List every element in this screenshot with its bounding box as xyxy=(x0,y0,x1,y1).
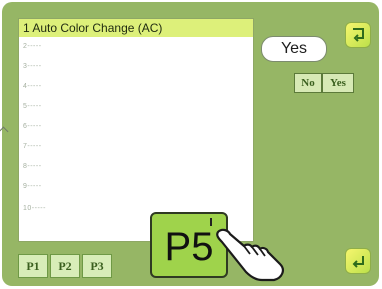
tab-p1[interactable]: P1 xyxy=(18,254,48,278)
list-item[interactable]: 9----- xyxy=(23,181,42,193)
settings-list: 1 Auto Color Change (AC) 2----- 3----- 4… xyxy=(18,18,254,242)
list-item[interactable]: 8----- xyxy=(23,161,42,173)
no-button[interactable]: No xyxy=(294,73,322,93)
enter-arrow-icon xyxy=(352,256,364,268)
yes-button[interactable]: Yes xyxy=(261,36,327,62)
enter-icon[interactable] xyxy=(345,248,371,274)
yes-small-button[interactable]: Yes xyxy=(322,73,354,93)
list-item[interactable]: 3----- xyxy=(23,61,42,73)
list-item[interactable]: 5----- xyxy=(23,101,42,113)
list-item[interactable]: 4----- xyxy=(23,81,42,93)
tab-p2[interactable]: P2 xyxy=(50,254,80,278)
list-item[interactable]: 6----- xyxy=(23,121,42,133)
list-item[interactable]: 10----- xyxy=(23,203,46,215)
pointing-hand-icon xyxy=(216,228,284,282)
list-item[interactable]: 2----- xyxy=(23,41,42,53)
p5-key-label: P5 xyxy=(164,225,214,269)
tab-p3[interactable]: P3 xyxy=(82,254,112,278)
list-item[interactable]: 7----- xyxy=(23,141,42,153)
list-header-item[interactable]: 1 Auto Color Change (AC) xyxy=(19,19,253,37)
return-arrow-icon xyxy=(353,28,364,42)
return-icon[interactable] xyxy=(345,22,371,48)
